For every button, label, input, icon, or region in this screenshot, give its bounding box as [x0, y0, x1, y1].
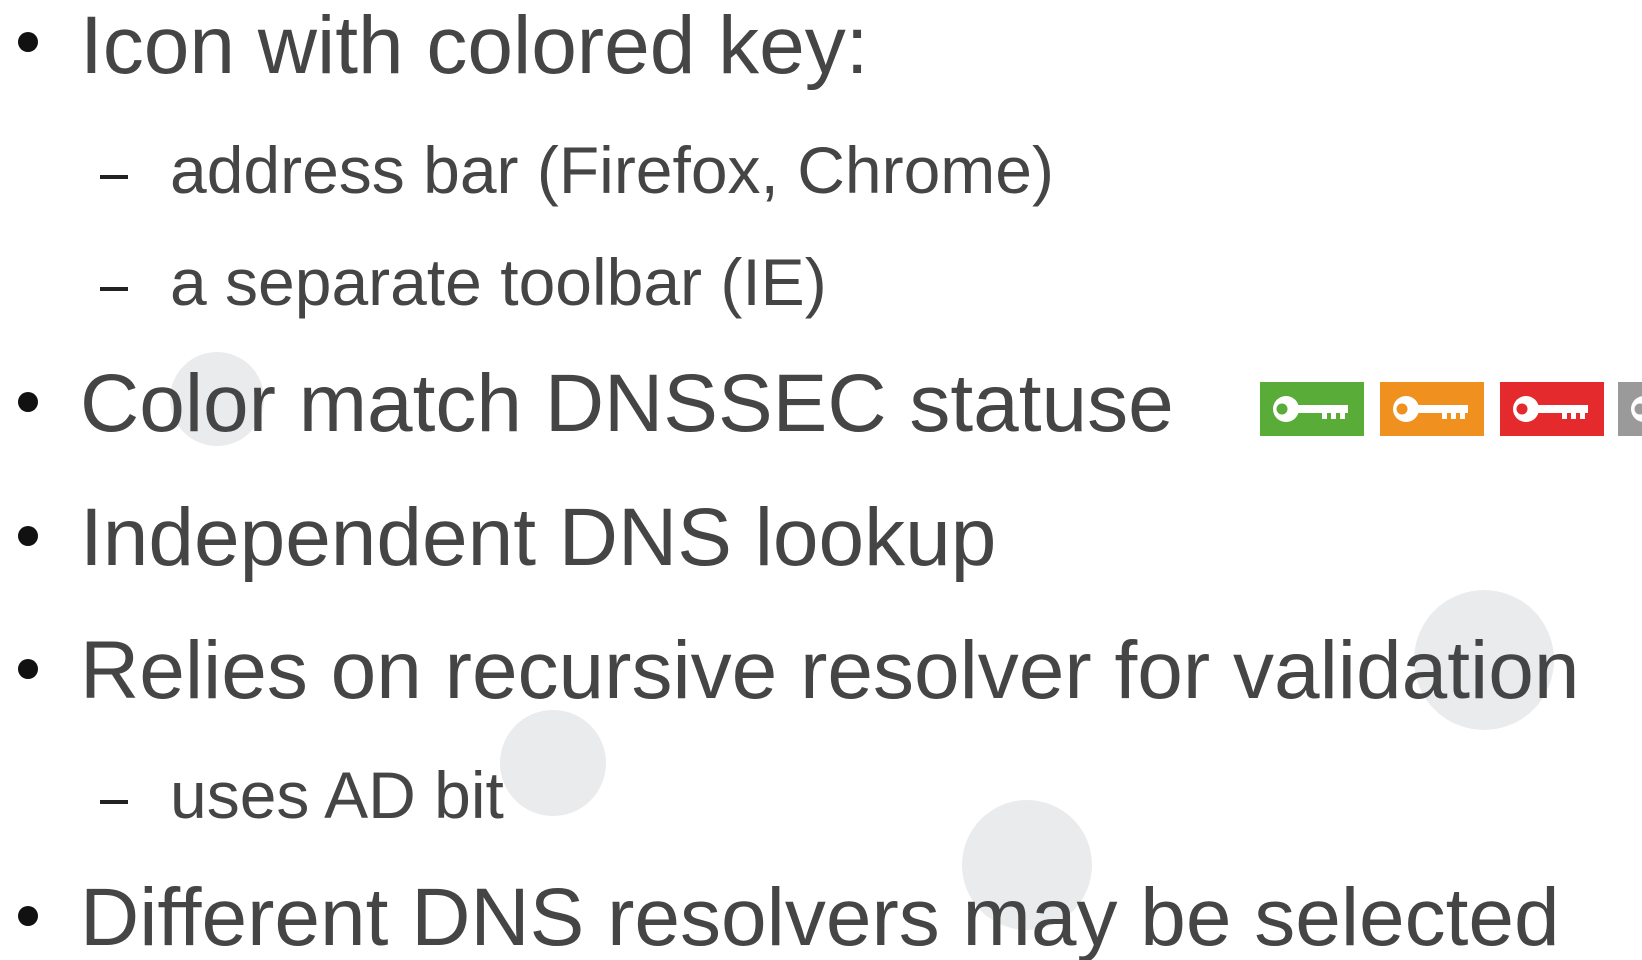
dash-marker: [100, 287, 128, 291]
key-icon: [1500, 382, 1604, 436]
key-icon: [1260, 382, 1364, 436]
key-icon: [1618, 382, 1642, 436]
bullet-dot: [18, 392, 38, 412]
bullet-text: Different DNS resolvers may be selected: [80, 872, 1560, 960]
bullet-text: Independent DNS lookup: [80, 492, 997, 583]
dash-marker: [100, 800, 128, 804]
sub-bullet-text: address bar (Firefox, Chrome): [170, 133, 1054, 207]
dash-marker: [100, 175, 128, 179]
bullet-text: Relies on recursive resolver for validat…: [80, 625, 1580, 716]
bullet-dot: [18, 32, 38, 52]
decorative-circle: [500, 710, 606, 816]
key-icon: [1380, 382, 1484, 436]
slide: Icon with colored key: address bar (Fire…: [0, 0, 1642, 960]
bullet-dot: [18, 526, 38, 546]
bullet-dot: [18, 659, 38, 679]
bullet-text: Color match DNSSEC statuse: [80, 358, 1174, 449]
sub-bullet-text: uses AD bit: [170, 758, 504, 832]
bullet-dot: [18, 906, 38, 926]
sub-bullet-text: a separate toolbar (IE): [170, 245, 827, 319]
bullet-text: Icon with colored key:: [80, 0, 869, 91]
